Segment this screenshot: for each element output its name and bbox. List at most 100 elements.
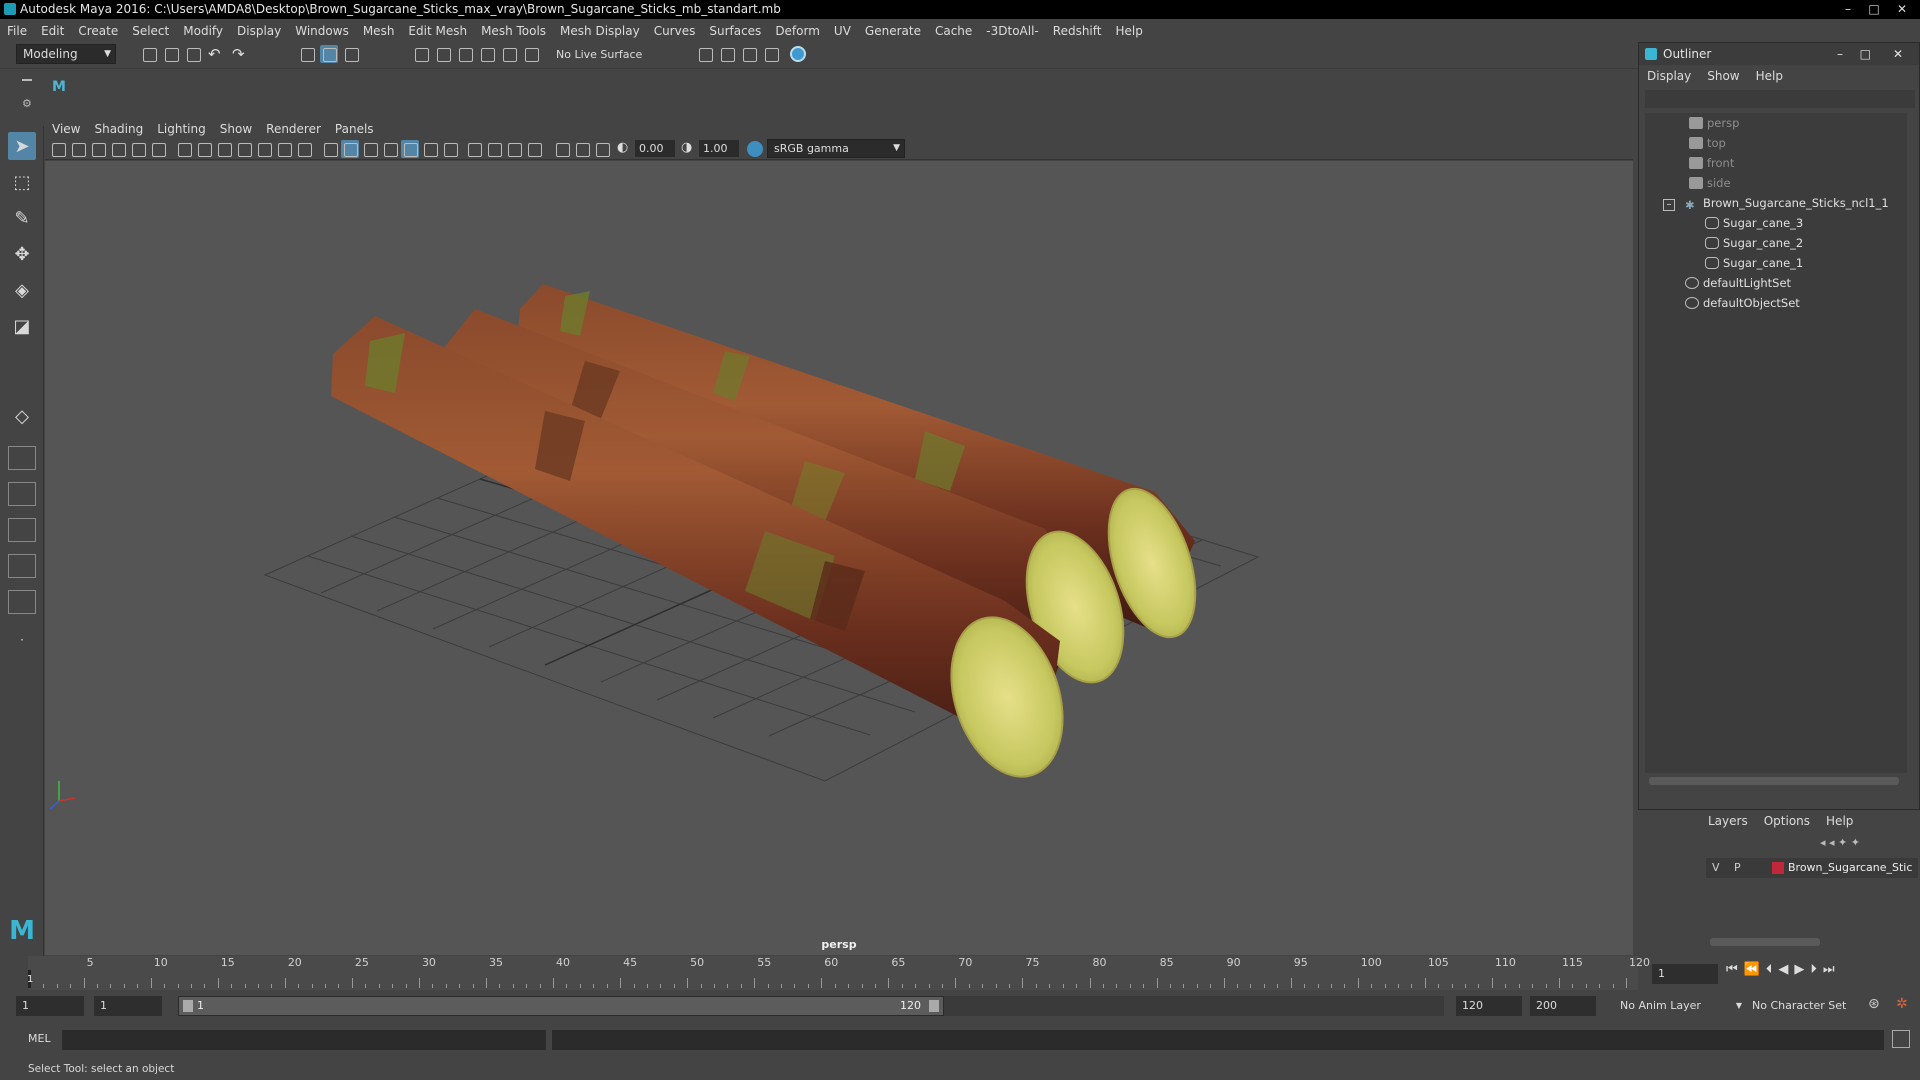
- menu-deform[interactable]: Deform: [768, 20, 827, 42]
- 2d-pan-zoom-icon[interactable]: [129, 140, 147, 158]
- menu-windows[interactable]: Windows: [288, 20, 356, 42]
- go-to-end-icon[interactable]: ⏭: [1823, 962, 1841, 977]
- outliner-item-sugar-cane-2[interactable]: Sugar_cane_2: [1705, 233, 1803, 253]
- view-transform-dropdown[interactable]: sRGB gamma ▼: [767, 139, 905, 158]
- layer-scrollbar[interactable]: [1710, 938, 1820, 946]
- render-view-icon[interactable]: [762, 45, 780, 63]
- layer-menu-options[interactable]: Options: [1756, 810, 1818, 832]
- command-input[interactable]: [62, 1030, 546, 1050]
- range-slider-track[interactable]: [944, 996, 1444, 1016]
- shelf-maya-icon[interactable]: M: [52, 79, 72, 95]
- maximize-icon[interactable]: □: [1862, 0, 1886, 18]
- single-pane-layout-icon[interactable]: ◇: [8, 402, 36, 430]
- menu-modify[interactable]: Modify: [176, 20, 230, 42]
- new-scene-icon[interactable]: [140, 45, 158, 63]
- screen-space-ao-icon[interactable]: [441, 140, 459, 158]
- gamma-icon[interactable]: ◑: [681, 140, 692, 155]
- shadows-icon[interactable]: [421, 140, 439, 158]
- menu-create[interactable]: Create: [71, 20, 125, 42]
- panel-menu-view[interactable]: View: [45, 120, 87, 138]
- persp-hypershade-layout-icon[interactable]: [8, 590, 36, 614]
- menu-cache[interactable]: Cache: [928, 20, 979, 42]
- ipr-render-icon[interactable]: [740, 45, 758, 63]
- save-scene-icon[interactable]: [184, 45, 202, 63]
- grid-toggle-icon[interactable]: [175, 140, 193, 158]
- four-pane-layout-icon[interactable]: [8, 446, 36, 470]
- use-all-lights-icon[interactable]: [401, 140, 419, 158]
- menu-generate[interactable]: Generate: [858, 20, 928, 42]
- bookmarks-icon[interactable]: [89, 140, 107, 158]
- outliner-item-group[interactable]: – ✱ Brown_Sugarcane_Sticks_ncl1_1: [1663, 193, 1889, 213]
- layout-more-icon[interactable]: ·: [8, 626, 36, 654]
- outliner-item-default-light-set[interactable]: defaultLightSet: [1685, 273, 1791, 293]
- select-component-icon[interactable]: [342, 45, 360, 63]
- select-camera-icon[interactable]: [49, 140, 67, 158]
- outliner-item-default-object-set[interactable]: defaultObjectSet: [1685, 293, 1800, 313]
- minimize-icon[interactable]: –: [1836, 0, 1860, 18]
- side-by-side-layout-icon[interactable]: [8, 482, 36, 506]
- play-forward-icon[interactable]: ▶: [1794, 962, 1810, 977]
- outliner-item-sugar-cane-3[interactable]: Sugar_cane_3: [1705, 213, 1803, 233]
- redo-icon[interactable]: ↷: [232, 45, 245, 63]
- live-surface-field[interactable]: No Live Surface: [552, 46, 646, 63]
- anti-aliasing-icon[interactable]: [485, 140, 503, 158]
- grease-pencil-icon[interactable]: [149, 140, 167, 158]
- gate-mask-icon[interactable]: [235, 140, 253, 158]
- range-slider[interactable]: 1 120: [178, 996, 944, 1016]
- paint-select-tool-icon[interactable]: ✎: [8, 204, 36, 232]
- menu-edit-mesh[interactable]: Edit Mesh: [401, 20, 474, 42]
- exposure-icon[interactable]: ◐: [617, 140, 628, 155]
- outliner-item-side[interactable]: side: [1689, 173, 1731, 193]
- menu-file[interactable]: File: [0, 20, 34, 42]
- step-back-key-icon[interactable]: ⏪: [1744, 962, 1766, 977]
- layer-tool-buttons[interactable]: ◂ ◂ ✦ ✦: [1820, 836, 1900, 852]
- scale-tool-icon[interactable]: ◪: [8, 312, 36, 340]
- textured-icon[interactable]: [381, 140, 399, 158]
- xray-joints-icon[interactable]: [573, 140, 591, 158]
- undo-icon[interactable]: ↶: [208, 45, 221, 63]
- outliner-menu-display[interactable]: Display: [1639, 65, 1699, 87]
- outliner-close-icon[interactable]: ✕: [1893, 43, 1903, 65]
- script-language-toggle[interactable]: MEL: [28, 1032, 51, 1045]
- close-icon[interactable]: ✕: [1890, 0, 1914, 18]
- time-ruler[interactable]: 5 10 15 20 25 30 35 40 45 50 55 60 65 70 75 80 85 90 95 100…: [27, 956, 1650, 990]
- motion-blur-icon[interactable]: [465, 140, 483, 158]
- outliner-minimize-icon[interactable]: –: [1837, 43, 1843, 65]
- panel-menu-shading[interactable]: Shading: [87, 120, 150, 138]
- select-object-icon[interactable]: [320, 45, 338, 63]
- film-gate-icon[interactable]: [195, 140, 213, 158]
- outliner-item-front[interactable]: front: [1689, 153, 1734, 173]
- animation-end-field[interactable]: 200: [1530, 996, 1596, 1016]
- xray-components-icon[interactable]: [593, 140, 611, 158]
- menu-redshift[interactable]: Redshift: [1046, 20, 1109, 42]
- xray-icon[interactable]: [553, 140, 571, 158]
- layer-menu-layers[interactable]: Layers: [1700, 810, 1756, 832]
- layer-menu-help[interactable]: Help: [1818, 810, 1861, 832]
- outliner-horizontal-scrollbar[interactable]: [1649, 777, 1899, 785]
- menu-edit[interactable]: Edit: [34, 20, 71, 42]
- persp-graph-layout-icon[interactable]: [8, 554, 36, 578]
- render-current-frame-icon[interactable]: [718, 45, 736, 63]
- menu-3dtoall[interactable]: -3DtoAll-: [979, 20, 1045, 42]
- color-management-icon[interactable]: [747, 141, 763, 157]
- layer-row[interactable]: V P Brown_Sugarcane_Stic: [1706, 858, 1918, 878]
- script-editor-icon[interactable]: [1892, 1030, 1910, 1048]
- menu-mesh[interactable]: Mesh: [356, 20, 402, 42]
- open-scene-icon[interactable]: [162, 45, 180, 63]
- exposure-field[interactable]: 0.00: [635, 140, 675, 157]
- range-end-handle[interactable]: [929, 1000, 939, 1012]
- current-frame-field[interactable]: 1: [1652, 964, 1718, 984]
- panel-menu-panels[interactable]: Panels: [328, 120, 381, 138]
- isolate-select-icon[interactable]: [525, 140, 543, 158]
- persp-outliner-layout-icon[interactable]: [8, 518, 36, 542]
- outliner-search-input[interactable]: [1645, 90, 1915, 108]
- hypershade-icon[interactable]: [790, 46, 806, 62]
- wireframe-icon[interactable]: [321, 140, 339, 158]
- menu-select[interactable]: Select: [125, 20, 176, 42]
- layer-playback-toggle[interactable]: P: [1734, 858, 1741, 878]
- playback-end-field[interactable]: 120: [1456, 996, 1522, 1016]
- image-plane-icon[interactable]: [109, 140, 127, 158]
- rotate-tool-icon[interactable]: ◈: [8, 276, 36, 304]
- menu-mesh-display[interactable]: Mesh Display: [553, 20, 647, 42]
- snap-point-icon[interactable]: [456, 45, 474, 63]
